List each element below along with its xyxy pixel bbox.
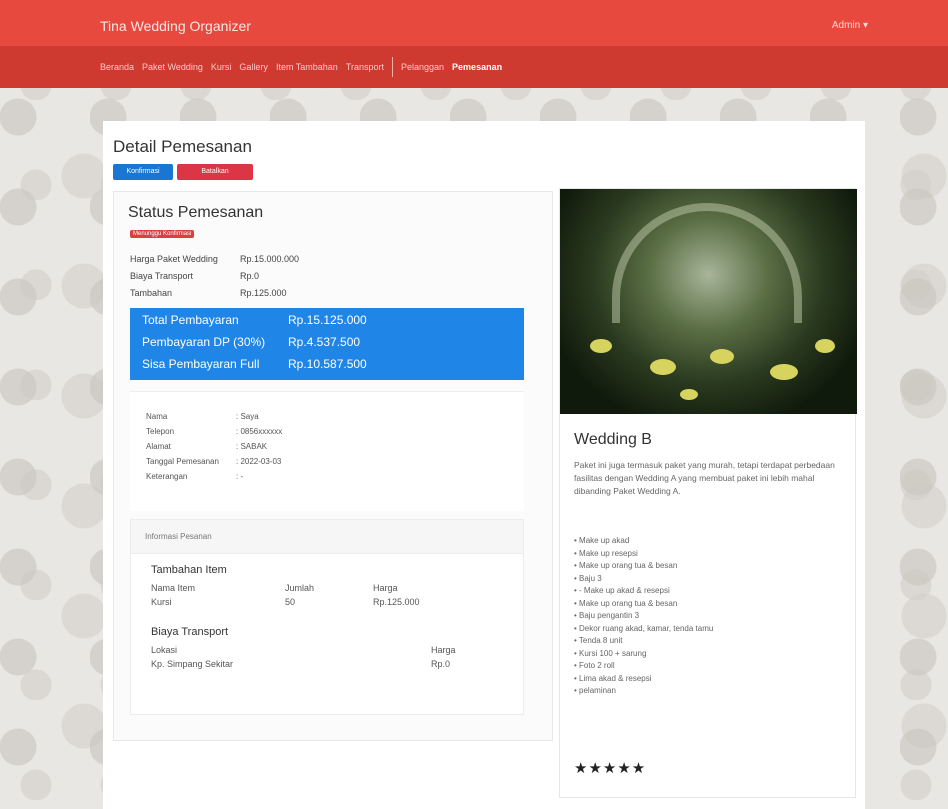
table-cell: Rp.125.000 xyxy=(373,597,420,607)
order-status-panel: Status Pemesanan Menunggu Konfirmasi Har… xyxy=(113,191,553,741)
nav-item-beranda[interactable]: Beranda xyxy=(100,62,134,72)
total-row: Total Pembayaran Rp.15.125.000 xyxy=(142,313,367,327)
feature-item: • Make up orang tua & besan xyxy=(574,561,678,570)
transport-title: Biaya Transport xyxy=(151,626,229,638)
feature-item: • Lima akad & resepsi xyxy=(574,673,652,683)
dp-row: Pembayaran DP (30%) Rp.4.537.500 xyxy=(142,335,360,349)
feature-item: • Baju 3 xyxy=(574,573,602,583)
flower-decor xyxy=(815,339,835,353)
info-value: : 2022-03-03 xyxy=(236,457,282,466)
table-cell: Kp. Simpang Sekitar xyxy=(151,659,234,669)
order-info-box: Informasi Pesanan Tambahan Item Nama Ite… xyxy=(130,519,524,715)
brand-title[interactable]: Tina Wedding Organizer xyxy=(100,18,251,34)
order-info-heading: Informasi Pesanan xyxy=(145,532,212,541)
cancel-order-button[interactable]: Batalkan Pemesanan xyxy=(177,164,253,191)
package-name: Wedding B xyxy=(574,431,652,448)
rating-stars: ★★★★★ xyxy=(574,760,647,777)
total-value: Rp.15.125.000 xyxy=(288,313,367,327)
dp-value: Rp.4.537.500 xyxy=(288,335,361,349)
feature-item: • Dekor ruang akad, kamar, tenda tamu xyxy=(574,623,714,633)
nav-item-kursi[interactable]: Kursi xyxy=(211,62,232,72)
nav-item-pelanggan[interactable]: Pelanggan xyxy=(401,62,444,72)
total-label: Total Pembayaran xyxy=(142,313,239,327)
feature-item: • - Make up akad & resepsi xyxy=(574,586,670,595)
table-cell: 50 xyxy=(285,597,296,607)
remaining-row: Sisa Pembayaran Full Rp.10.587.500 xyxy=(142,357,367,371)
feature-item: • pelaminan xyxy=(574,686,616,695)
nav-item-item-tambahan[interactable]: Item Tambahan xyxy=(276,62,338,72)
package-features: • Make up akad • Make up resepsi • Make … xyxy=(574,535,713,698)
feature-item: • Make up akad xyxy=(574,536,630,545)
cost-value: Rp.15.000.000 xyxy=(240,254,300,264)
customer-info: Nama : Saya Telepon : 0856xxxxxx Alamat : S… xyxy=(130,391,524,511)
cost-label: Harga Paket Wedding xyxy=(130,254,218,264)
top-bar: Tina Wedding Organizer Admin ▾ xyxy=(0,0,948,46)
extra-items-title: Tambahan Item xyxy=(151,564,227,576)
cost-row: Biaya Transport Rp.0 xyxy=(130,271,259,281)
admin-menu[interactable]: Admin ▾ xyxy=(832,20,868,31)
info-label: Keterangan xyxy=(146,472,188,481)
decor-arch xyxy=(612,203,802,323)
flower-decor xyxy=(770,364,798,380)
nav-item-gallery[interactable]: Gallery xyxy=(239,62,268,72)
info-row: Alamat : SABAK xyxy=(146,442,267,451)
feature-item: • Make up resepsi xyxy=(574,548,638,558)
flower-decor xyxy=(710,349,734,364)
remaining-value: Rp.10.587.500 xyxy=(288,357,367,371)
cost-label: Tambahan xyxy=(130,288,173,298)
info-row: Tanggal Pemesanan : 2022-03-03 xyxy=(146,457,281,466)
info-label: Tanggal Pemesanan xyxy=(146,457,219,466)
main-nav: Beranda Paket Wedding Kursi Gallery Item… xyxy=(0,46,948,88)
nav-item-transport[interactable]: Transport xyxy=(346,62,384,72)
feature-item: • Foto 2 roll xyxy=(574,661,615,670)
remaining-label: Sisa Pembayaran Full xyxy=(142,357,260,371)
cost-value: Rp.125.000 xyxy=(240,288,287,298)
order-info-header: Informasi Pesanan xyxy=(131,520,523,554)
column-header: Jumlah xyxy=(285,583,315,593)
feature-item: • Kursi 100 + sarung xyxy=(574,648,647,658)
payment-summary: Total Pembayaran Rp.15.125.000 Pembayaran… xyxy=(130,308,524,380)
feature-item: • Make up orang tua & besan xyxy=(574,598,678,608)
info-value: : - xyxy=(236,472,244,481)
nav-item-pemesanan[interactable]: Pemesanan xyxy=(452,62,502,72)
status-title: Status Pemesanan xyxy=(128,204,264,221)
table-cell: Rp.0 xyxy=(431,659,451,669)
order-detail-card: Detail Pemesanan Konfirmasi Batalkan Pem… xyxy=(103,121,865,809)
cost-row: Harga Paket Wedding Rp.15.000.000 xyxy=(130,254,299,264)
info-label: Alamat xyxy=(146,442,171,451)
column-header: Harga xyxy=(373,583,398,593)
package-photo xyxy=(560,189,857,414)
cost-label: Biaya Transport xyxy=(130,271,194,281)
package-card: Wedding B Paket ini juga termasuk paket … xyxy=(559,188,857,798)
info-value: : Saya xyxy=(236,412,259,421)
info-value: : SABAK xyxy=(236,442,268,451)
feature-item: • Baju pengantin 3 xyxy=(574,611,640,620)
column-header: Lokasi xyxy=(151,645,178,655)
nav-divider xyxy=(392,57,393,77)
package-description: Paket ini juga termasuk paket yang murah… xyxy=(574,460,835,496)
cost-value: Rp.0 xyxy=(240,271,260,281)
flower-decor xyxy=(680,389,698,400)
page-title: Detail Pemesanan xyxy=(113,137,252,156)
nav-item-paket-wedding[interactable]: Paket Wedding xyxy=(142,62,203,72)
confirm-button[interactable]: Konfirmasi xyxy=(113,164,173,180)
flower-decor xyxy=(590,339,612,353)
column-header: Nama Item xyxy=(151,583,196,593)
cost-row: Tambahan Rp.125.000 xyxy=(130,288,287,298)
info-value: : 0856xxxxxx xyxy=(236,427,283,436)
info-row: Nama : Saya xyxy=(146,412,259,421)
info-label: Nama xyxy=(146,412,168,421)
dp-label: Pembayaran DP (30%) xyxy=(142,335,266,349)
info-row: Telepon : 0856xxxxxx xyxy=(146,427,282,436)
feature-item: • Tenda 8 unit xyxy=(574,636,623,645)
table-cell: Kursi xyxy=(151,597,172,607)
info-row: Keterangan : - xyxy=(146,472,243,481)
status-badge: Menunggu Konfirmasi xyxy=(130,230,195,238)
flower-decor xyxy=(650,359,676,375)
column-header: Harga xyxy=(431,645,456,655)
info-label: Telepon xyxy=(146,427,175,436)
